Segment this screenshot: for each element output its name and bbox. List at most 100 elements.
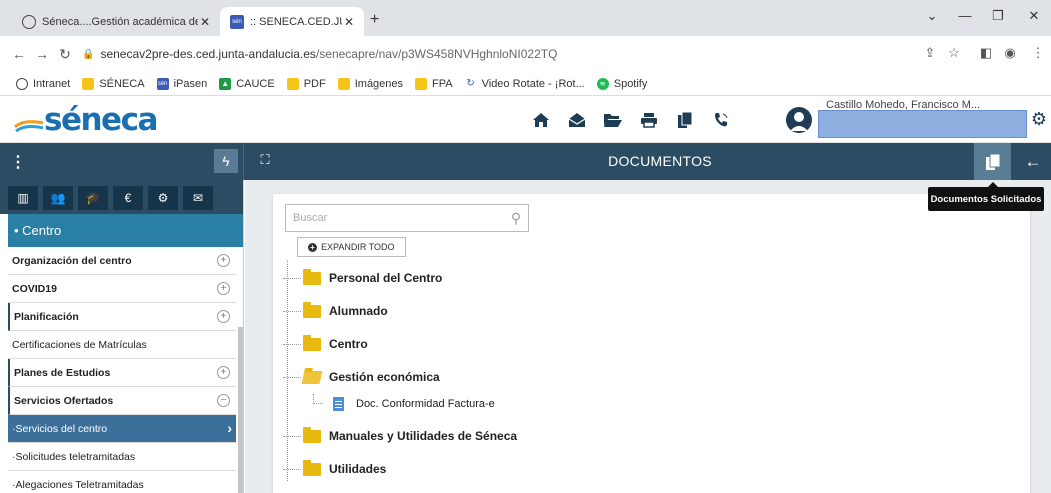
- folder-icon: [303, 426, 321, 443]
- graduation-cap-icon[interactable]: 🎓: [78, 186, 108, 210]
- expand-plus-icon[interactable]: +: [217, 254, 230, 267]
- documentos-solicitados-button[interactable]: [974, 143, 1011, 180]
- euro-icon[interactable]: €: [113, 186, 143, 210]
- building-icon[interactable]: ▥: [8, 186, 38, 210]
- lightning-icon[interactable]: ϟ: [214, 149, 238, 173]
- minimize-icon[interactable]: —: [955, 8, 975, 23]
- mail-open-icon[interactable]: [566, 109, 588, 131]
- sidebar-item-organizacion[interactable]: Organización del centro +: [8, 247, 236, 275]
- browser-menu-icon[interactable]: ⋮: [1028, 45, 1048, 61]
- sidebar-item-certificaciones[interactable]: Certificaciones de Matrículas: [8, 331, 236, 359]
- tree-node-manuales[interactable]: Manuales y Utilidades de Séneca: [283, 425, 517, 447]
- seneca-logo[interactable]: séneca: [14, 101, 158, 139]
- documents-icon: [985, 153, 1000, 170]
- close-tab-icon[interactable]: ✕: [198, 15, 212, 29]
- sidebar-item-label: ·Alegaciones Teletramitadas: [12, 478, 144, 491]
- expand-all-button[interactable]: + EXPANDIR TODO: [297, 237, 406, 257]
- tree-branch: [283, 343, 301, 345]
- sidebar-item-servicios-ofertados[interactable]: Servicios Ofertados −: [8, 387, 236, 415]
- gear-icon[interactable]: ⚙: [1027, 105, 1051, 133]
- tree-node-centro[interactable]: Centro: [283, 333, 368, 355]
- bookmark-ipasen[interactable]: sén iPasen: [156, 77, 208, 90]
- tree-node-alumnado[interactable]: Alumnado: [283, 300, 388, 322]
- url-field[interactable]: 🔒 senecav2pre-des.ced.junta-andalucia.es…: [82, 44, 557, 64]
- share-icon[interactable]: ⇪: [920, 45, 940, 61]
- back-arrow-icon[interactable]: ←: [10, 46, 28, 62]
- users-icon[interactable]: 👥: [43, 186, 73, 210]
- restore-icon[interactable]: ❐: [988, 8, 1008, 24]
- tooltip: Documentos Solicitados: [928, 182, 1044, 211]
- tree-node-utilidades[interactable]: Utilidades: [283, 458, 386, 480]
- sidebar-item-alegaciones[interactable]: ·Alegaciones Teletramitadas: [8, 471, 236, 493]
- bookmark-star-icon[interactable]: ☆: [944, 45, 964, 61]
- url-host: senecav2pre-des.ced.junta-andalucia.es: [100, 47, 316, 61]
- sidebar-item-planificacion[interactable]: Planificación +: [8, 303, 236, 331]
- bookmark-label: Imágenes: [354, 77, 404, 90]
- bookmark-label: FPA: [432, 77, 453, 90]
- tree-branch: [283, 277, 301, 279]
- back-button[interactable]: ←: [1015, 143, 1051, 180]
- expand-plus-icon[interactable]: +: [217, 282, 230, 295]
- user-avatar-icon[interactable]: [786, 107, 812, 133]
- sidebar-scrollbar[interactable]: [238, 327, 243, 493]
- tree-leaf-doc-conformidad[interactable]: Doc. Conformidad Factura-e: [313, 393, 495, 415]
- bookmark-fpa[interactable]: FPA: [415, 77, 453, 90]
- sidebar-item-label: ·Solicitudes teletramitadas: [12, 450, 136, 463]
- folder-icon: [82, 77, 95, 90]
- bookmark-pdf[interactable]: PDF: [286, 77, 326, 90]
- kebab-menu-icon[interactable]: ⋮: [10, 152, 26, 172]
- documents-icon[interactable]: [674, 109, 696, 131]
- expand-plus-icon[interactable]: +: [217, 366, 230, 379]
- envelope-icon[interactable]: ✉: [183, 186, 213, 210]
- browser-tabstrip: Séneca....Gestión académica de l ✕ sén :…: [0, 0, 1051, 36]
- phone-icon[interactable]: [710, 109, 732, 131]
- tree-node-label: Gestión económica: [329, 370, 440, 384]
- tree-node-label: Personal del Centro: [329, 271, 443, 285]
- side-panel-icon[interactable]: ◧: [976, 45, 996, 61]
- main-content: ⚲ + EXPANDIR TODO Personal del Centro Al…: [245, 180, 1051, 493]
- tree-node-gestion-economica[interactable]: Gestión económica: [283, 366, 440, 388]
- browser-tab-seneca-ced[interactable]: sén :: SENECA.CED.JUNTA DE ANDALU ✕: [220, 7, 364, 36]
- home-icon[interactable]: [530, 109, 552, 131]
- cogs-icon[interactable]: ⚙: [148, 186, 178, 210]
- folder-open-icon[interactable]: [602, 109, 624, 131]
- sidebar-item-label: COVID19: [12, 282, 57, 295]
- sidebar-item-planes-estudios[interactable]: Planes de Estudios +: [8, 359, 236, 387]
- tab-search-chevron-icon[interactable]: ⌄: [922, 8, 942, 24]
- toolbar-left: ⋮ ϟ: [0, 143, 244, 180]
- tab-title: Séneca....Gestión académica de l: [42, 15, 198, 28]
- sidebar-item-covid19[interactable]: COVID19 +: [8, 275, 236, 303]
- bookmark-cauce[interactable]: ▲ CAUCE: [219, 77, 275, 90]
- bookmark-spotify[interactable]: ≋ Spotify: [596, 77, 647, 90]
- close-tab-icon[interactable]: ✕: [342, 15, 356, 29]
- printer-icon[interactable]: [638, 109, 660, 131]
- collapse-minus-icon[interactable]: −: [217, 394, 230, 407]
- fullscreen-icon[interactable]: ⛶: [256, 151, 274, 169]
- expand-plus-icon[interactable]: +: [217, 310, 230, 323]
- reload-icon[interactable]: ↻: [56, 46, 74, 63]
- tree-node-label: Utilidades: [329, 462, 387, 476]
- address-bar-row: ← → ↻ 🔒 senecav2pre-des.ced.junta-andalu…: [0, 36, 1051, 72]
- profile-icon[interactable]: ◉: [1000, 45, 1020, 61]
- tree-node-personal[interactable]: Personal del Centro: [283, 267, 442, 289]
- search-icon[interactable]: ⚲: [504, 205, 528, 231]
- bookmark-intranet[interactable]: Intranet: [16, 77, 70, 90]
- bookmark-label: Video Rotate - ¡Rot...: [481, 77, 585, 90]
- lock-icon: 🔒: [82, 48, 95, 60]
- forward-arrow-icon[interactable]: →: [33, 46, 51, 62]
- globe-icon: [16, 77, 28, 90]
- sidebar-item-solicitudes[interactable]: ·Solicitudes teletramitadas: [8, 443, 236, 471]
- tree-branch: [283, 310, 301, 312]
- sidebar-item-servicios-centro[interactable]: ·Servicios del centro ›: [8, 415, 236, 443]
- bookmark-imagenes[interactable]: Imágenes: [337, 77, 404, 90]
- cauce-icon: ▲: [219, 77, 232, 90]
- new-tab-button[interactable]: +: [370, 11, 379, 29]
- search-input[interactable]: [286, 205, 504, 231]
- bookmark-video-rotate[interactable]: ↻ Video Rotate - ¡Rot...: [465, 77, 585, 90]
- browser-tab-seneca-gestion[interactable]: Séneca....Gestión académica de l ✕: [12, 7, 220, 36]
- bookmark-seneca[interactable]: SÉNECA: [82, 77, 145, 90]
- bookmark-label: iPasen: [173, 77, 208, 90]
- sidebar-section-centro[interactable]: • Centro: [8, 214, 243, 247]
- sidebar-icon-bar: ▥ 👥 🎓 € ⚙ ✉: [0, 180, 243, 214]
- window-close-icon[interactable]: ✕: [1024, 8, 1044, 24]
